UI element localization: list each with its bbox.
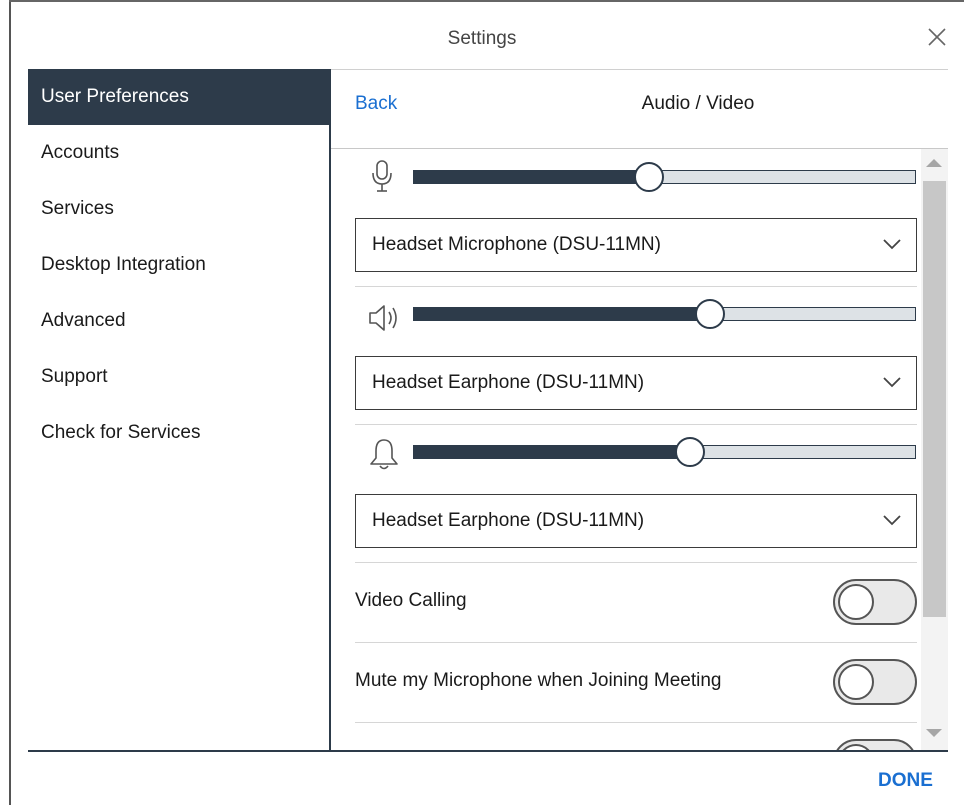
microphone-slider-fill bbox=[414, 171, 650, 183]
scrollbar-thumb[interactable] bbox=[923, 181, 946, 617]
speaker-icon bbox=[369, 305, 397, 331]
ringer-slider-thumb[interactable] bbox=[674, 437, 705, 467]
settings-sidebar: User Preferences Accounts Services Deskt… bbox=[28, 69, 330, 750]
window-border-top bbox=[9, 0, 964, 2]
sidebar-item-support[interactable]: Support bbox=[28, 349, 330, 405]
chevron-down-icon bbox=[883, 377, 901, 388]
microphone-device-select[interactable]: Headset Microphone (DSU-11MN) bbox=[355, 218, 917, 272]
bell-icon bbox=[370, 439, 398, 470]
done-button[interactable]: DONE bbox=[878, 770, 933, 792]
scroll-up-arrow-icon[interactable] bbox=[926, 159, 942, 167]
back-link[interactable]: Back bbox=[355, 93, 397, 115]
row-divider bbox=[355, 286, 917, 287]
sidebar-item-accounts[interactable]: Accounts bbox=[28, 125, 330, 181]
video-calling-label: Video Calling bbox=[355, 590, 467, 611]
chevron-down-icon bbox=[883, 515, 901, 526]
microphone-icon bbox=[372, 160, 392, 192]
microphone-slider-thumb[interactable] bbox=[634, 162, 665, 192]
audio-video-content: Headset Microphone (DSU-11MN) Headset Ea… bbox=[331, 149, 921, 750]
scroll-down-arrow-icon[interactable] bbox=[926, 729, 942, 737]
sidebar-item-check-for-services[interactable]: Check for Services bbox=[28, 405, 330, 461]
microphone-volume-slider[interactable] bbox=[413, 162, 916, 192]
mute-microphone-toggle[interactable] bbox=[833, 659, 917, 705]
footer-divider bbox=[28, 750, 948, 752]
window-border-left bbox=[9, 0, 11, 805]
speaker-slider-fill bbox=[414, 308, 710, 320]
toggle-knob bbox=[838, 664, 874, 700]
next-setting-toggle[interactable] bbox=[833, 739, 917, 750]
ringer-device-value: Headset Earphone (DSU-11MN) bbox=[372, 510, 645, 531]
toggle-knob bbox=[838, 584, 874, 620]
video-calling-toggle[interactable] bbox=[833, 579, 917, 625]
mute-microphone-label: Mute my Microphone when Joining Meeting bbox=[355, 670, 722, 691]
chevron-down-icon bbox=[883, 239, 901, 250]
speaker-slider-thumb[interactable] bbox=[694, 299, 725, 329]
sidebar-item-advanced[interactable]: Advanced bbox=[28, 293, 330, 349]
sidebar-item-desktop-integration[interactable]: Desktop Integration bbox=[28, 237, 330, 293]
microphone-device-value: Headset Microphone (DSU-11MN) bbox=[372, 234, 661, 255]
ringer-volume-slider[interactable] bbox=[413, 437, 916, 467]
content-scrollbar[interactable] bbox=[921, 149, 948, 750]
panel-title: Audio / Video bbox=[641, 93, 755, 114]
speaker-volume-slider[interactable] bbox=[413, 299, 916, 329]
row-divider bbox=[355, 424, 917, 425]
ringer-slider-fill bbox=[414, 446, 690, 458]
window-title: Settings bbox=[447, 28, 517, 49]
speaker-device-value: Headset Earphone (DSU-11MN) bbox=[372, 372, 645, 393]
sidebar-item-services[interactable]: Services bbox=[28, 181, 330, 237]
close-button[interactable] bbox=[922, 22, 952, 52]
ringer-device-select[interactable]: Headset Earphone (DSU-11MN) bbox=[355, 494, 917, 548]
sidebar-item-user-preferences[interactable]: User Preferences bbox=[28, 69, 330, 125]
row-divider bbox=[355, 722, 917, 723]
speaker-device-select[interactable]: Headset Earphone (DSU-11MN) bbox=[355, 356, 917, 410]
row-divider bbox=[355, 642, 917, 643]
settings-window: Settings User Preferences Accounts Servi… bbox=[0, 0, 964, 805]
close-icon bbox=[928, 28, 946, 46]
row-divider bbox=[355, 562, 917, 563]
